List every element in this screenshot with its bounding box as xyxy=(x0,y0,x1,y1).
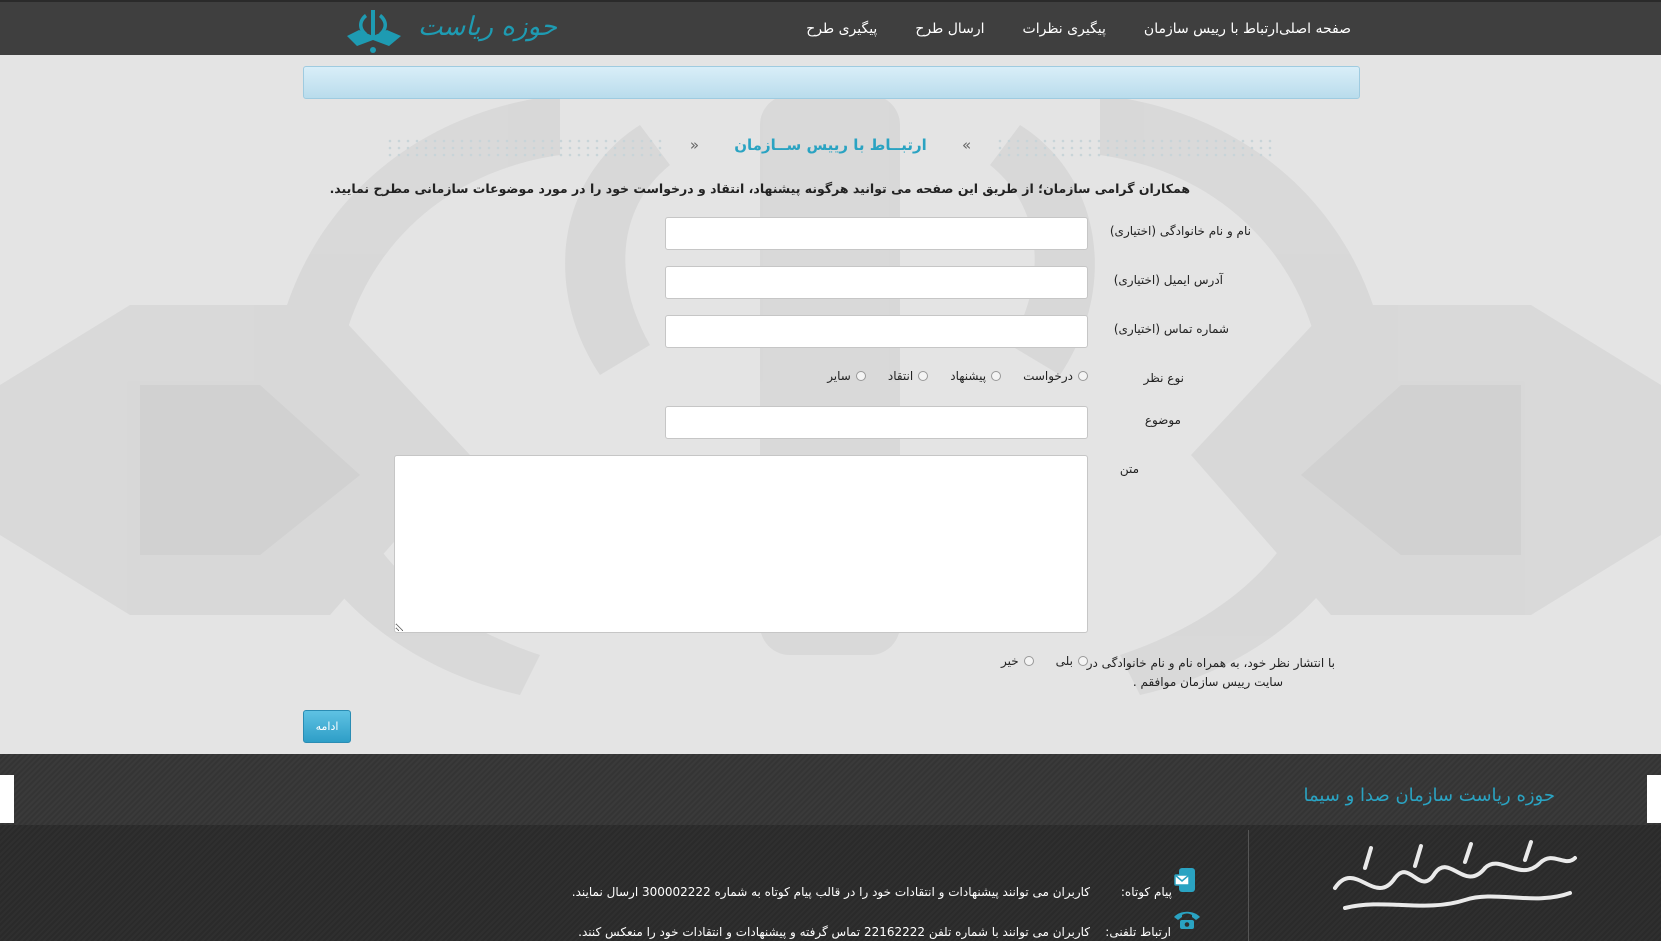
type-option-label: انتقاد xyxy=(887,369,914,383)
footer-tab-left xyxy=(0,775,14,823)
phone-contact-text: کاربران می توانند با شماره تلفن 22162222… xyxy=(578,925,1090,939)
phone-contact-label: ارتباط تلفنی: xyxy=(1105,925,1171,939)
publish-option-yes[interactable]: بلی xyxy=(1056,654,1088,668)
type-option-label: سایر xyxy=(827,369,851,383)
type-option-suggestion[interactable]: پیشنهاد xyxy=(950,369,1002,383)
comment-type-label: نوع نظر xyxy=(1143,371,1184,385)
nav-home[interactable]: صفحه اصلی xyxy=(1279,21,1351,37)
nav-track-comments[interactable]: پیگیری نظرات xyxy=(1023,21,1106,37)
logo-text: حوزه ریاست xyxy=(418,12,557,42)
background-emblem xyxy=(0,95,1661,695)
footer-title: حوزه ریاست سازمان صدا و سیما xyxy=(1303,785,1555,806)
type-option-criticism[interactable]: انتقاد xyxy=(887,369,929,383)
publish-option-label: خیر xyxy=(1001,654,1019,668)
intro-text: همکاران گرامی سازمان؛ از طریق این صفحه م… xyxy=(329,181,1190,196)
radio-no[interactable] xyxy=(1023,656,1034,666)
radio-yes[interactable] xyxy=(1078,656,1088,666)
radio-suggestion[interactable] xyxy=(991,371,1002,381)
quote-open: « xyxy=(962,136,972,154)
name-label: نام و نام خانوادگی (اختیاری) xyxy=(1109,224,1251,238)
type-option-request[interactable]: درخواست xyxy=(1023,369,1088,383)
comment-type-group: درخواست پیشنهاد انتقاد سایر xyxy=(805,369,1088,383)
publish-label-line2: سایت رییس سازمان موافقم . xyxy=(1132,675,1283,689)
footer-tab-right xyxy=(1647,775,1661,823)
publish-option-no[interactable]: خیر xyxy=(1001,654,1034,668)
type-option-label: پیشنهاد xyxy=(950,369,987,383)
nav-send-plan[interactable]: ارسال طرح xyxy=(915,21,984,37)
subject-label: موضوع xyxy=(1144,413,1181,427)
sms-text: کاربران می توانند پیشنهادات و انتقادات خ… xyxy=(571,885,1090,899)
phone-label: شماره تماس (اختیاری) xyxy=(1113,322,1229,336)
phone-icon xyxy=(1174,911,1200,929)
publish-label-line1: با انتشار نظر خود، به همراه نام و نام خا… xyxy=(1086,656,1335,670)
info-bar xyxy=(303,66,1360,99)
continue-button[interactable]: ادامه xyxy=(303,710,351,743)
type-option-label: درخواست xyxy=(1023,369,1073,383)
nav-contact-head[interactable]: ارتباط با رییس سازمان xyxy=(1144,21,1279,37)
subject-field[interactable] xyxy=(665,406,1088,439)
name-field[interactable] xyxy=(665,217,1088,250)
sms-label: پیام کوتاه: xyxy=(1120,885,1172,899)
quote-close: » xyxy=(689,136,699,154)
publish-group: بلی خیر xyxy=(985,654,1088,668)
radio-other[interactable] xyxy=(855,371,866,381)
body-label: متن xyxy=(1119,462,1139,476)
email-field[interactable] xyxy=(665,266,1088,299)
nav-track-plan[interactable]: پیگیری طرح xyxy=(806,21,877,37)
type-option-other[interactable]: سایر xyxy=(827,369,866,383)
body-textarea[interactable] xyxy=(394,455,1088,633)
footer-calligraphy-logo xyxy=(1333,840,1577,910)
radio-criticism[interactable] xyxy=(918,371,929,381)
top-navigation-bar: حوزه ریاست صفحه اصلی ارتباط با رییس سازم… xyxy=(0,0,1661,55)
phone-field[interactable] xyxy=(665,315,1088,348)
radio-request[interactable] xyxy=(1078,371,1088,381)
section-title: » ارتبــاط با رییس ســازمان « xyxy=(0,136,1661,154)
email-label: آدرس ایمیل (اختیاری) xyxy=(1113,273,1223,287)
publish-option-label: بلی xyxy=(1055,654,1073,668)
sms-icon xyxy=(1174,868,1195,892)
footer-divider xyxy=(1248,830,1249,941)
section-title-text: ارتبــاط با رییس ســازمان xyxy=(734,136,927,154)
main-nav: صفحه اصلی ارتباط با رییس سازمان پیگیری ن… xyxy=(768,2,1351,55)
